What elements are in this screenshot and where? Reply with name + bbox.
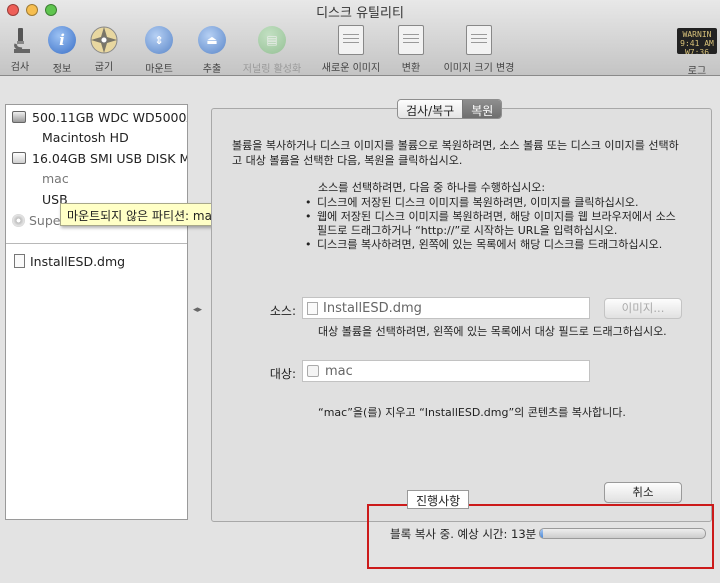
info-label: 정보: [52, 64, 72, 75]
toolbar: 디스크 유틸리티 검사 i 정보 굽기 ⇕ 마운트 ⏏ 추출 ▤ 저널링 활성화…: [0, 0, 720, 77]
log-icon: WARNIN 9:41 AM W7:36: [676, 28, 718, 60]
sidebar-item-wdc-disk[interactable]: 500.11GB WDC WD5000AAKS: [6, 107, 187, 127]
sidebar-item-installesd[interactable]: InstallESD.dmg: [6, 251, 187, 271]
burn-label: 굽기: [94, 62, 114, 73]
burn-icon: [88, 24, 120, 56]
volume-icon: [26, 193, 36, 205]
sidebar-item-label: 500.11GB WDC WD5000AAKS: [32, 109, 187, 125]
restore-summary: “mac”을(를) 지우고 “InstallESD.dmg”의 콘텐츠를 복사합…: [318, 406, 626, 419]
source-value: InstallESD.dmg: [323, 300, 422, 316]
usb-disk-icon: [12, 152, 26, 164]
disk-utility-window: 디스크 유틸리티 검사 i 정보 굽기 ⇕ 마운트 ⏏ 추출 ▤ 저널링 활성화…: [0, 0, 720, 583]
list-item: • 디스크에 저장된 디스크 이미지를 복원하려면, 이미지를 클릭하십시오.: [305, 196, 639, 209]
list-item: • 디스크를 복사하려면, 왼쪽에 있는 목록에서 해당 디스크를 드래그하십시오…: [305, 238, 663, 251]
enable-journaling-label: 저널링 활성화: [242, 64, 302, 75]
restore-intro-text: 볼륨을 복사하거나 디스크 이미지를 볼륨으로 복원하려면, 소스 볼륨 또는 …: [232, 139, 679, 167]
info-icon: i: [46, 26, 78, 58]
log-button[interactable]: WARNIN 9:41 AM W7:36 로그: [676, 24, 718, 77]
sidebar-item-label: InstallESD.dmg: [30, 253, 126, 269]
list-item: • 웹에 저장된 디스크 이미지를 복원하려면, 해당 이미지를 웹 브라우저에서…: [305, 210, 676, 237]
verify-label: 검사: [10, 62, 30, 73]
verify-button[interactable]: 검사: [2, 24, 38, 73]
new-image-icon: [335, 25, 367, 57]
tooltip: 마운트되지 않은 파티션: mac: [60, 203, 226, 226]
volume-icon: [26, 172, 36, 184]
eject-label: 추출: [202, 64, 222, 75]
eject-button[interactable]: ⏏ 추출: [194, 24, 230, 75]
instructions-title: 소스를 선택하려면, 다음 중 하나를 수행하십시오:: [318, 181, 546, 194]
drop-slot-icon: [307, 365, 319, 377]
split-view-handle[interactable]: ◂▸: [193, 305, 202, 315]
sidebar-divider: [6, 243, 187, 244]
disk-image-icon: [307, 301, 318, 315]
burn-button[interactable]: 굽기: [86, 24, 122, 73]
destination-field[interactable]: mac: [302, 360, 590, 382]
progress-bar: [539, 528, 706, 539]
sidebar: 500.11GB WDC WD5000AAKS Macintosh HD 16.…: [5, 104, 188, 520]
resize-image-button[interactable]: 이미지 크기 변경: [438, 24, 520, 74]
convert-icon: [395, 25, 427, 57]
convert-button[interactable]: 변환: [394, 24, 428, 74]
window-title: 디스크 유틸리티: [316, 6, 404, 21]
log-icon-text: WARNIN 9:41 AM W7:36: [677, 28, 717, 54]
info-button[interactable]: i 정보: [44, 24, 80, 75]
eject-icon: ⏏: [196, 26, 228, 58]
volume-icon: [26, 131, 36, 143]
destination-value: mac: [325, 363, 353, 379]
cancel-button[interactable]: 취소: [604, 482, 682, 503]
log-label: 로그: [687, 66, 707, 77]
microscope-icon: [4, 24, 36, 56]
convert-label: 변환: [401, 63, 421, 74]
journal-icon: ▤: [256, 26, 288, 58]
hard-disk-icon: [12, 111, 26, 123]
resize-image-icon: [463, 25, 495, 57]
mount-button[interactable]: ⇕ 마운트: [138, 24, 180, 75]
destination-hint: 대상 볼륨을 선택하려면, 왼쪽에 있는 목록에서 대상 필드로 드래그하십시오…: [318, 325, 667, 338]
progress-status: 블록 복사 중. 예상 시간: 13분: [390, 527, 537, 541]
tab-restore[interactable]: 복원: [462, 100, 502, 118]
sidebar-item-macintosh-hd[interactable]: Macintosh HD: [6, 127, 187, 147]
progress-title: 진행사항: [407, 490, 470, 509]
source-field[interactable]: InstallESD.dmg: [302, 297, 590, 319]
mount-label: 마운트: [145, 64, 173, 75]
new-image-label: 새로운 이미지: [321, 63, 381, 74]
mount-icon: ⇕: [143, 26, 175, 58]
instructions-list: • 디스크에 저장된 디스크 이미지를 복원하려면, 이미지를 클릭하십시오. •…: [305, 196, 685, 252]
destination-label: 대상:: [269, 367, 296, 381]
enable-journaling-button[interactable]: ▤ 저널링 활성화: [234, 24, 310, 75]
progress-fill: [540, 529, 544, 538]
sidebar-item-label: mac: [42, 170, 69, 186]
sidebar-item-usb-disk[interactable]: 16.04GB SMI USB DISK Media: [6, 148, 187, 168]
image-button[interactable]: 이미지...: [604, 298, 682, 319]
disk-image-icon: [14, 254, 25, 268]
sidebar-item-mac[interactable]: mac: [6, 168, 187, 188]
resize-image-label: 이미지 크기 변경: [443, 63, 515, 74]
optical-disc-icon: [12, 213, 25, 227]
new-image-button[interactable]: 새로운 이미지: [318, 24, 384, 74]
sidebar-item-label: 16.04GB SMI USB DISK Media: [32, 150, 187, 166]
sidebar-item-label: Macintosh HD: [42, 129, 129, 145]
source-label: 소스:: [269, 304, 296, 318]
tab-bar: 검사/복구 복원: [397, 99, 503, 119]
tab-first-aid[interactable]: 검사/복구: [398, 100, 463, 118]
